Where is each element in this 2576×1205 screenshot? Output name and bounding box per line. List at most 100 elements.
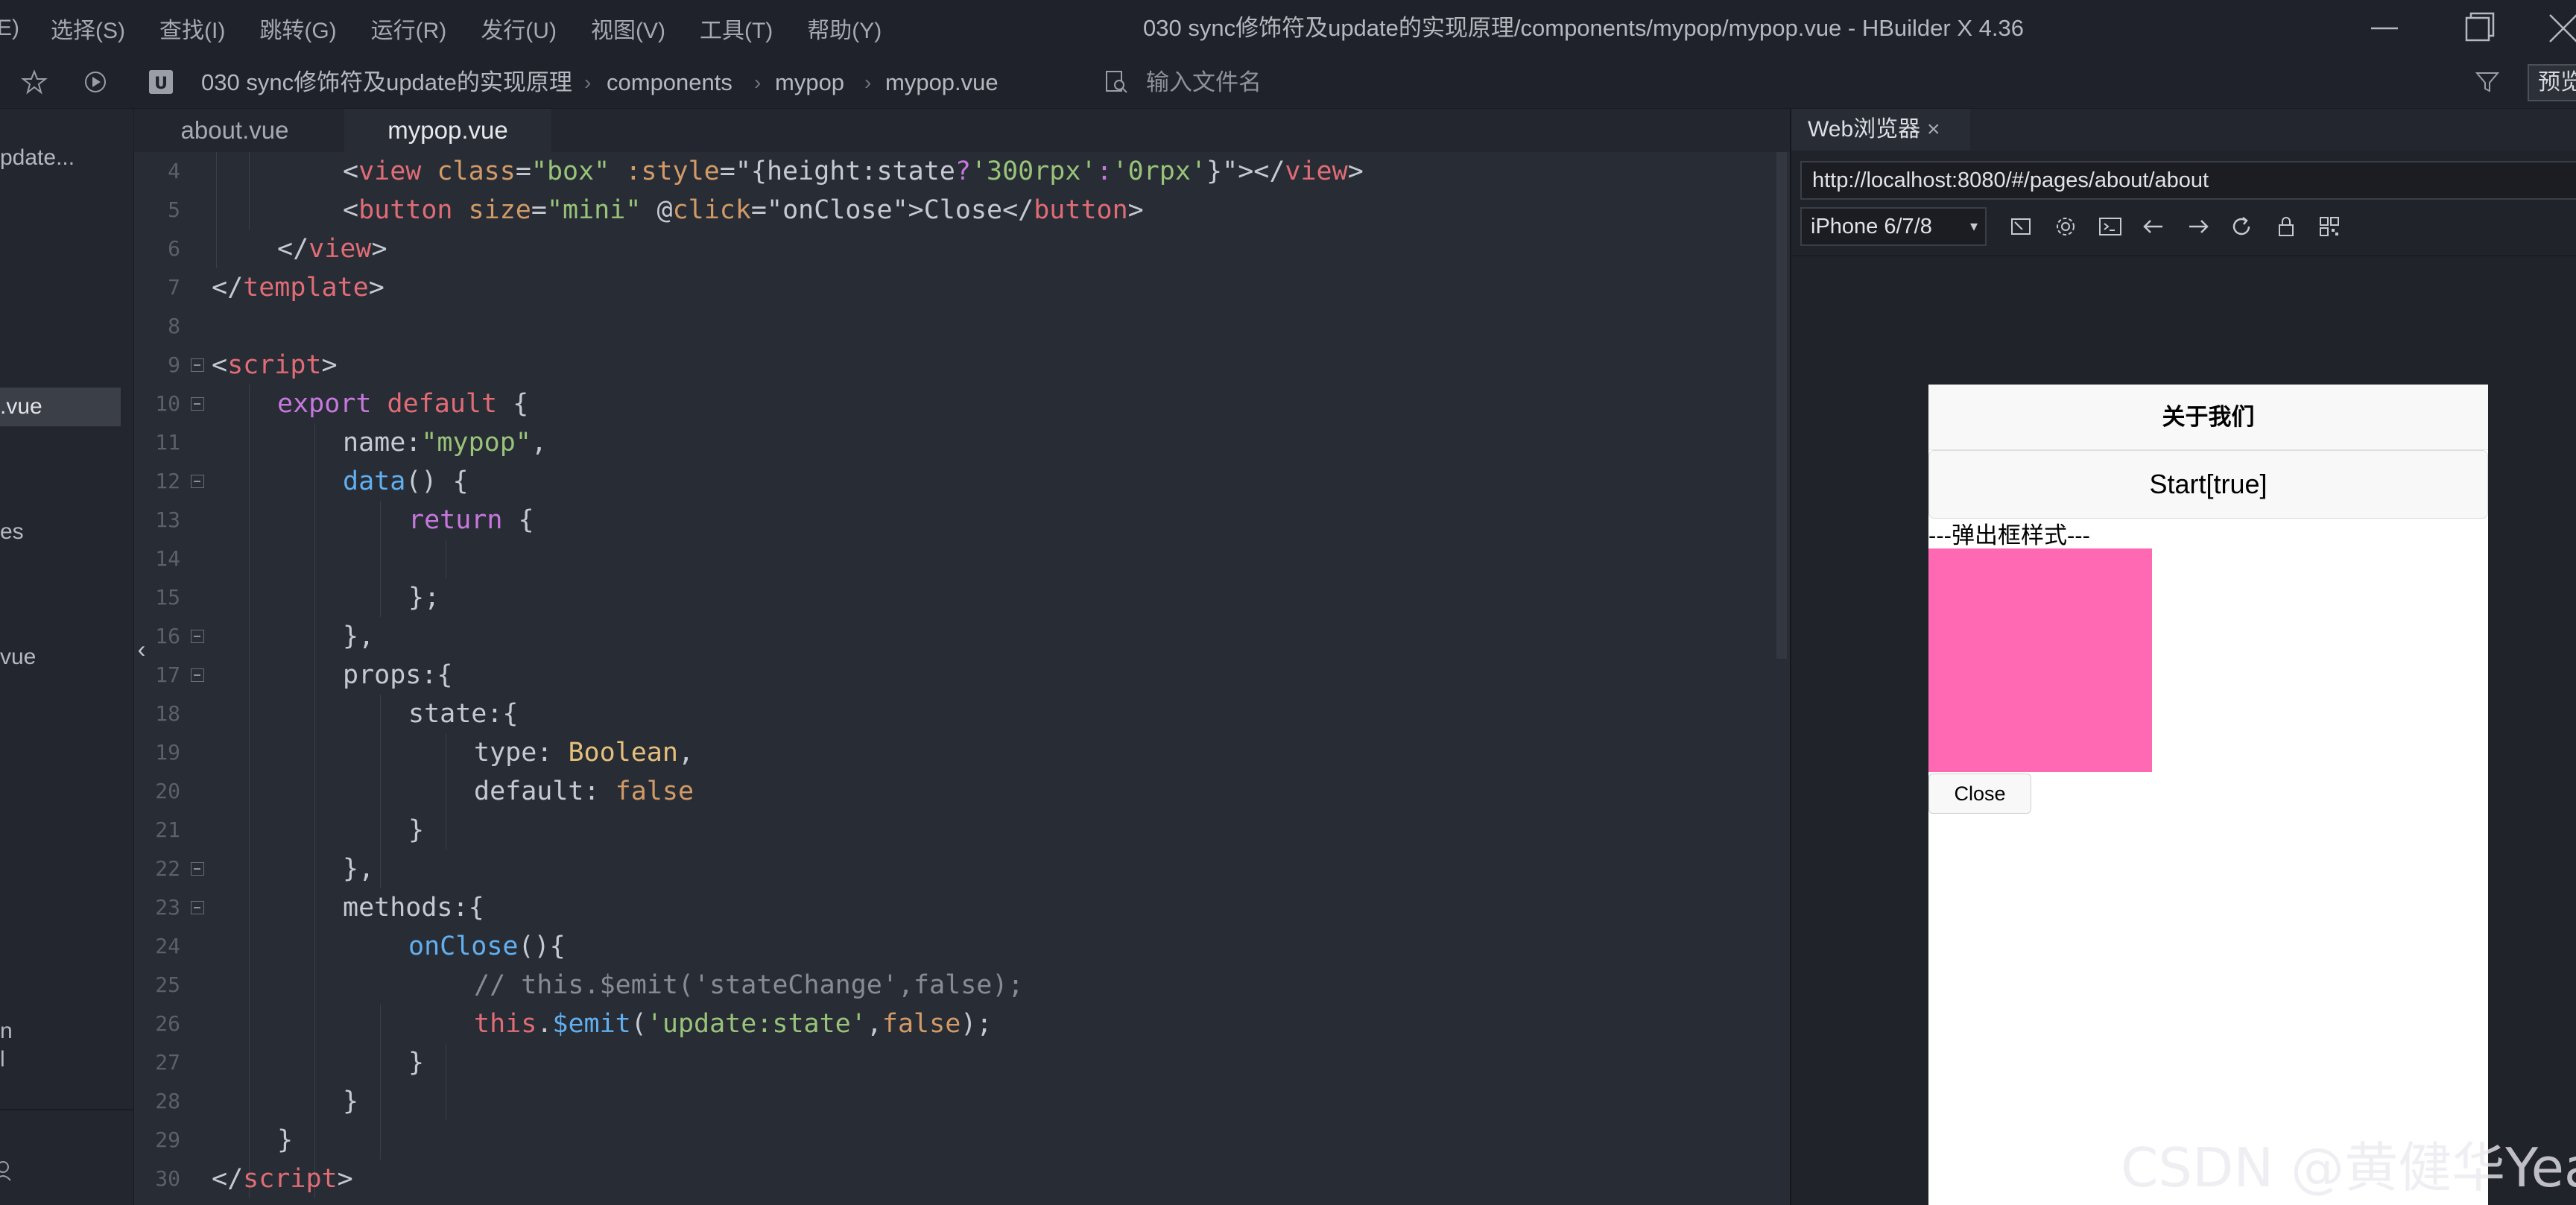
line-number: 23 xyxy=(155,895,180,920)
line-number: 24 xyxy=(155,934,180,958)
code-line-23: methods:{ xyxy=(343,893,484,923)
code-line-28: } xyxy=(343,1087,359,1116)
star-icon[interactable] xyxy=(21,69,48,95)
tab-about-vue[interactable]: about.vue xyxy=(134,109,335,152)
line-number: 8 xyxy=(168,314,180,338)
breadcrumb-bar: U 030 sync修饰符及update的实现原理 › components ›… xyxy=(0,57,2576,109)
tree-item[interactable]: l xyxy=(0,1040,121,1079)
fold-toggle-icon[interactable] xyxy=(191,358,204,372)
fold-toggle-icon[interactable] xyxy=(191,862,204,876)
breadcrumb-file[interactable]: mypop.vue xyxy=(885,57,999,109)
menu-tools[interactable]: 工具(T) xyxy=(700,12,773,45)
watermark: CSDN @黄健华Yeah xyxy=(2121,1136,2576,1199)
code-line-12: data() { xyxy=(343,466,469,496)
tree-item[interactable]: pdate... xyxy=(0,139,121,177)
breadcrumb-project[interactable]: 030 sync修饰符及update的实现原理 xyxy=(201,57,572,109)
line-number: 30 xyxy=(155,1166,180,1191)
line-number: 19 xyxy=(155,740,180,765)
editor-scrollbar[interactable] xyxy=(1776,152,1787,659)
indent-guide xyxy=(216,152,217,268)
breadcrumb-mypop[interactable]: mypop xyxy=(775,57,844,109)
code-line-29: } xyxy=(277,1125,294,1155)
sidebar-divider xyxy=(0,1109,133,1110)
rotate-screen-icon[interactable] xyxy=(2007,213,2034,240)
line-number: 10 xyxy=(155,391,180,416)
forward-arrow-icon[interactable] xyxy=(2185,213,2212,240)
phone-viewport[interactable]: 关于我们 Start[true] ---弹出框样式--- Close xyxy=(1928,385,2488,1205)
line-number: 26 xyxy=(155,1011,180,1036)
project-icon: U xyxy=(149,70,173,94)
device-select[interactable]: iPhone 6/7/8 ▾ xyxy=(1800,207,1987,246)
line-number: 22 xyxy=(155,856,180,881)
code-line-24: onClose(){ xyxy=(408,932,566,961)
close-button[interactable]: Close xyxy=(1928,774,2031,814)
line-number: 28 xyxy=(155,1089,180,1113)
refresh-icon[interactable] xyxy=(2228,213,2255,240)
line-number: 5 xyxy=(168,197,180,222)
code-line-10: export default { xyxy=(277,389,529,419)
toolbar-divider xyxy=(1791,255,2576,256)
indent-guide xyxy=(314,423,315,1198)
settings-icon[interactable] xyxy=(2052,213,2079,240)
minimize-icon[interactable] xyxy=(2367,10,2402,46)
fold-toggle-icon[interactable] xyxy=(191,901,204,914)
fold-toggle-icon[interactable] xyxy=(191,475,204,488)
url-input[interactable] xyxy=(1800,161,2576,200)
fold-toggle-icon[interactable] xyxy=(191,397,204,411)
maximize-icon[interactable] xyxy=(2461,10,2496,46)
preview-button[interactable]: 预览 xyxy=(2528,64,2576,101)
code-line-25: // this.$emit('stateChange',false); xyxy=(474,970,1024,1000)
menu-help[interactable]: 帮助(Y) xyxy=(807,12,882,45)
run-icon[interactable] xyxy=(82,69,109,95)
fold-toggle-icon[interactable] xyxy=(191,668,204,682)
account-icon[interactable] xyxy=(0,1160,18,1182)
tree-item[interactable]: es xyxy=(0,513,121,551)
code-editor[interactable]: about.vue mypop.vue ‹ 4 5 6 7 8 9 10 11 … xyxy=(134,109,1790,1205)
line-number: 14 xyxy=(155,546,180,571)
indent-guide xyxy=(380,501,381,617)
window-title: 030 sync修饰符及update的实现原理/components/mypop… xyxy=(1143,15,2024,41)
filter-icon[interactable] xyxy=(2474,69,2501,95)
filename-search-input[interactable] xyxy=(1146,64,1593,101)
menu-edit[interactable]: E) xyxy=(0,16,19,41)
menu-goto[interactable]: 跳转(G) xyxy=(259,12,336,45)
line-number: 13 xyxy=(155,507,180,532)
code-line-11: name:"mypop", xyxy=(343,428,547,458)
menu-run[interactable]: 运行(R) xyxy=(371,12,447,45)
device-select-value: iPhone 6/7/8 xyxy=(1811,215,1932,238)
popup-style-label: ---弹出框样式--- xyxy=(1928,522,2090,548)
back-arrow-icon[interactable] xyxy=(2140,213,2167,240)
tree-item-selected[interactable]: .vue xyxy=(0,388,121,426)
breadcrumb-components[interactable]: components xyxy=(607,57,732,109)
menu-publish[interactable]: 发行(U) xyxy=(481,12,557,45)
line-number: 27 xyxy=(155,1050,180,1075)
tree-item[interactable]: vue xyxy=(0,638,121,677)
close-window-icon[interactable] xyxy=(2545,10,2576,46)
indent-guide xyxy=(249,385,250,1198)
tab-web-browser[interactable]: Web浏览器 × xyxy=(1791,109,1970,151)
menu-select[interactable]: 选择(S) xyxy=(51,12,125,45)
indent-guide xyxy=(249,152,250,230)
menu-view[interactable]: 视图(V) xyxy=(591,12,665,45)
close-tab-icon[interactable]: × xyxy=(1927,109,1940,151)
line-number: 20 xyxy=(155,779,180,803)
menu-find[interactable]: 查找(I) xyxy=(159,12,225,45)
qrcode-icon[interactable] xyxy=(2316,213,2343,240)
tab-mypop-vue[interactable]: mypop.vue xyxy=(344,109,551,152)
line-number: 18 xyxy=(155,701,180,726)
svg-text:U: U xyxy=(154,75,168,93)
code-line-6: </view> xyxy=(277,234,387,264)
start-button[interactable]: Start[true] xyxy=(1928,450,2488,519)
breadcrumb-separator: › xyxy=(754,71,762,94)
code-line-5: <button size="mini" @click="onClose">Clo… xyxy=(343,195,1144,225)
lock-icon[interactable] xyxy=(2273,213,2300,240)
code-line-22: }, xyxy=(343,854,375,884)
fold-toggle-icon[interactable] xyxy=(191,630,204,643)
page-nav-title: 关于我们 xyxy=(1928,385,2488,450)
code-line-19: type: Boolean, xyxy=(474,738,694,768)
code-area[interactable]: <view class="box" :style="{height:state?… xyxy=(212,152,1776,1205)
code-line-20: default: false xyxy=(474,777,694,806)
code-line-17: props:{ xyxy=(343,660,453,690)
chevron-down-icon: ▾ xyxy=(1969,218,1978,235)
console-icon[interactable] xyxy=(2097,213,2124,240)
